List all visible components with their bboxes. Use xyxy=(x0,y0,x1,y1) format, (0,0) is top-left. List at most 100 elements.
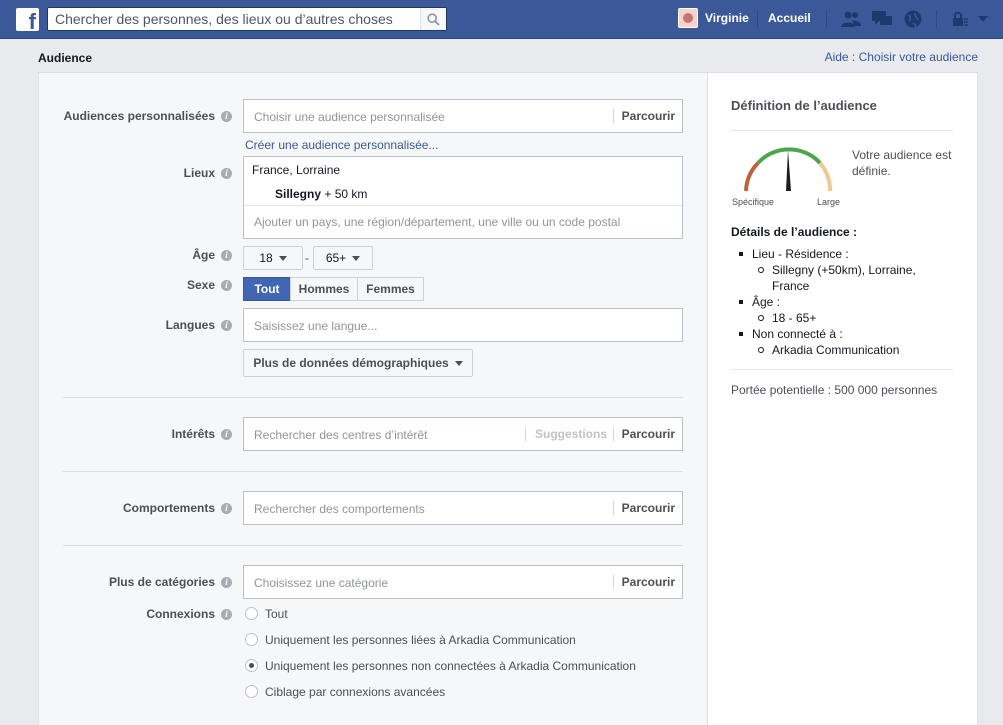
info-icon[interactable]: i xyxy=(221,429,232,440)
detail-location-label: Lieu - Résidence : xyxy=(739,246,952,262)
nav-divider xyxy=(826,10,827,28)
info-icon[interactable]: i xyxy=(221,609,232,620)
gauge-broad-label: Large xyxy=(817,197,841,207)
chevron-down-icon xyxy=(454,360,463,366)
search-input[interactable] xyxy=(48,8,420,30)
nav-divider xyxy=(757,10,758,28)
info-icon[interactable]: i xyxy=(221,168,232,179)
age-label: Âge xyxy=(192,248,215,262)
languages-label: Langues xyxy=(165,318,215,332)
more-categories-browse-button[interactable]: Parcourir xyxy=(612,575,682,589)
location-entry[interactable]: Sillegny + 50 km xyxy=(275,187,367,201)
profile-link[interactable]: Virginie xyxy=(705,11,749,25)
connections-option-label[interactable]: Uniquement les personnes liées à Arkadia… xyxy=(265,633,576,647)
audience-definition-title: Définition de l’audience xyxy=(731,98,877,113)
detail-age-value: 18 - 65+ xyxy=(752,310,952,326)
detail-age-label: Âge : xyxy=(739,294,952,310)
age-min-dropdown[interactable]: 18 xyxy=(243,246,303,270)
more-categories-input[interactable]: Choisissez une catégorie Parcourir xyxy=(243,565,683,599)
info-icon[interactable]: i xyxy=(221,577,232,588)
languages-placeholder: Saisissez une langue... xyxy=(254,319,378,333)
privacy-lock-icon[interactable] xyxy=(949,9,971,29)
divider xyxy=(731,130,953,131)
behaviors-placeholder: Rechercher des comportements xyxy=(254,502,425,516)
audience-definition-text: Votre audience est définie. xyxy=(852,148,952,178)
connections-label: Connexions xyxy=(146,607,215,621)
divider xyxy=(731,369,953,370)
info-icon[interactable]: i xyxy=(221,320,232,331)
gender-women-button[interactable]: Femmes xyxy=(357,277,424,301)
locations-label: Lieux xyxy=(183,166,215,180)
gender-label: Sexe xyxy=(186,278,215,292)
notifications-globe-icon[interactable] xyxy=(902,9,924,29)
settings-dropdown-icon[interactable] xyxy=(972,9,994,29)
page-title: Audience xyxy=(38,51,93,65)
connections-option-label[interactable]: Ciblage par connexions avancées xyxy=(265,685,445,699)
custom-audience-input[interactable]: Choisir une audience personnalisée Parco… xyxy=(243,99,683,133)
more-categories-label: Plus de catégories xyxy=(108,575,215,589)
connections-radio-advanced[interactable] xyxy=(245,685,258,698)
create-custom-audience-link[interactable]: Créer une audience personnalisée... xyxy=(245,138,438,152)
connections-option-label[interactable]: Uniquement les personnes non connectées … xyxy=(265,659,636,673)
section-divider xyxy=(63,545,683,546)
chevron-down-icon xyxy=(278,255,287,261)
more-categories-placeholder: Choisissez une catégorie xyxy=(254,576,389,590)
interests-input[interactable]: Rechercher des centres d’intérêt Suggest… xyxy=(243,417,683,451)
audience-details-list: Lieu - Résidence : Sillegny (+50km), Lor… xyxy=(739,246,952,358)
behaviors-label: Comportements xyxy=(122,501,215,515)
friend-requests-icon[interactable] xyxy=(840,9,862,29)
languages-input[interactable]: Saisissez une langue... xyxy=(243,308,683,342)
info-icon[interactable]: i xyxy=(221,503,232,514)
interests-browse-button[interactable]: Parcourir xyxy=(612,427,682,441)
custom-audiences-label: Audiences personnalisées xyxy=(63,109,215,123)
audience-gauge-icon xyxy=(744,147,833,192)
connections-radio-not-connected[interactable] xyxy=(245,659,258,672)
location-radius[interactable]: + 50 km xyxy=(324,187,367,201)
more-demographics-button[interactable]: Plus de données démographiques xyxy=(243,349,473,377)
age-max-value: 65+ xyxy=(325,251,347,265)
location-city: Sillegny xyxy=(275,187,322,201)
location-input[interactable]: Ajouter un pays, une région/département,… xyxy=(254,215,620,229)
section-divider xyxy=(63,471,683,472)
custom-audience-browse-button[interactable]: Parcourir xyxy=(612,109,682,123)
gender-all-button[interactable]: Tout xyxy=(243,277,291,301)
connections-option-label[interactable]: Tout xyxy=(265,607,288,621)
divider xyxy=(244,205,682,206)
avatar[interactable] xyxy=(678,8,698,28)
help-link[interactable]: Aide : Choisir votre audience xyxy=(825,50,978,64)
behaviors-browse-button[interactable]: Parcourir xyxy=(612,501,682,515)
messages-icon[interactable] xyxy=(871,9,893,29)
potential-reach: Portée potentielle : 500 000 personnes xyxy=(731,383,938,397)
interests-suggestions-button[interactable]: Suggestions xyxy=(525,427,607,441)
section-divider xyxy=(63,397,683,398)
nav-divider xyxy=(936,10,937,28)
detail-connections-label: Non connecté à : xyxy=(739,326,952,342)
interests-placeholder: Rechercher des centres d’intérêt xyxy=(254,428,428,442)
age-max-dropdown[interactable]: 65+ xyxy=(313,246,373,270)
detail-connections-value: Arkadia Communication xyxy=(752,342,952,358)
gauge-specific-label: Spécifique xyxy=(732,197,775,207)
custom-audience-placeholder: Choisir une audience personnalisée xyxy=(254,110,445,124)
facebook-logo-icon[interactable]: f xyxy=(16,8,39,31)
search-button[interactable] xyxy=(420,8,446,30)
gender-men-button[interactable]: Hommes xyxy=(290,277,358,301)
connections-radio-all[interactable] xyxy=(245,607,258,620)
audience-details-title: Détails de l’audience : xyxy=(731,225,858,239)
chevron-down-icon xyxy=(352,255,361,261)
detail-location-value: Sillegny (+50km), Lorraine, France xyxy=(752,262,952,294)
home-link[interactable]: Accueil xyxy=(768,11,811,25)
connections-radio-connected[interactable] xyxy=(245,633,258,646)
interests-label: Intérêts xyxy=(171,427,215,441)
locations-box: France, Lorraine Sillegny + 50 km Ajoute… xyxy=(243,156,683,239)
behaviors-input[interactable]: Rechercher des comportements Parcourir xyxy=(243,491,683,525)
search-icon xyxy=(427,12,440,26)
location-country: France, Lorraine xyxy=(252,163,341,177)
info-icon[interactable]: i xyxy=(221,280,232,291)
search-box xyxy=(47,7,447,31)
info-icon[interactable]: i xyxy=(221,111,232,122)
info-icon[interactable]: i xyxy=(221,250,232,261)
age-min-value: 18 xyxy=(259,251,273,265)
top-navigation-bar: f Virginie Accueil xyxy=(0,0,1003,39)
more-demographics-label: Plus de données démographiques xyxy=(253,356,449,370)
age-separator: - xyxy=(305,251,309,265)
